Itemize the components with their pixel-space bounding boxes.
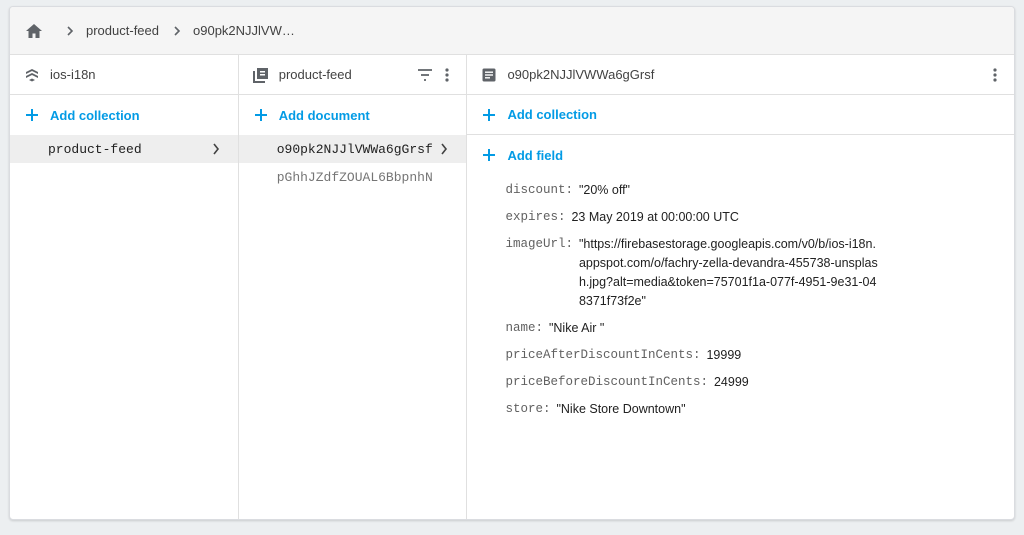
field-row[interactable]: imageUrl: "https://firebasestorage.googl… [505, 235, 1014, 311]
home-icon[interactable] [24, 21, 44, 41]
firestore-icon [24, 67, 40, 83]
add-collection-label: Add collection [507, 107, 597, 122]
field-row[interactable]: priceAfterDiscountInCents: 19999 [505, 346, 1014, 365]
field-value: "20% off" [578, 183, 630, 197]
add-field-label: Add field [507, 147, 564, 163]
breadcrumb-item[interactable]: o90pk2NJJlVW… [193, 23, 295, 38]
column-header: product-feed [238, 55, 467, 95]
plus-icon [24, 107, 40, 123]
field-value: 24999 [713, 375, 749, 389]
column-actions [414, 55, 458, 95]
plus-icon [481, 107, 497, 123]
field-row[interactable]: discount: "20% off" [505, 181, 1014, 200]
more-vert-icon[interactable] [984, 64, 1006, 86]
add-collection-button[interactable]: Add collection [467, 95, 1014, 135]
field-value: "Nike Store Downtown" [556, 402, 686, 416]
field-key: priceAfterDiscountInCents: [505, 348, 701, 362]
field-row[interactable]: priceBeforeDiscountInCents: 24999 [505, 373, 1014, 392]
column-title: o90pk2NJJlVWWa6gGrsf [507, 67, 655, 82]
breadcrumb-item[interactable]: product-feed [86, 23, 159, 38]
column-title: product-feed [278, 67, 352, 82]
field-value: "Nike Air " [548, 321, 605, 335]
column-header: o90pk2NJJlVWWa6gGrsf [467, 55, 1014, 95]
chevron-right-icon [208, 141, 224, 157]
add-collection-label: Add collection [50, 107, 140, 123]
firestore-data-viewer: product-feed o90pk2NJJlVW… ios-i18n Add … [9, 6, 1015, 520]
add-document-button[interactable]: Add document [239, 95, 467, 135]
breadcrumb: product-feed o90pk2NJJlVW… [10, 7, 1014, 55]
chevron-right-icon [62, 23, 78, 39]
plus-icon [481, 147, 497, 163]
collection-icon [252, 67, 269, 83]
columns: ios-i18n Add collection product-feed pro… [10, 55, 1014, 519]
field-row[interactable]: expires: 23 May 2019 at 00:00:00 UTC [505, 208, 1014, 227]
chevron-right-icon [169, 23, 185, 39]
field-row[interactable]: store: "Nike Store Downtown" [505, 400, 1014, 419]
field-row[interactable]: name: "Nike Air " [505, 319, 1014, 338]
chevron-right-icon [436, 141, 452, 157]
more-vert-icon[interactable] [436, 64, 458, 86]
document-item[interactable]: o90pk2NJJlVWWa6gGrsf [238, 135, 467, 163]
field-value: 19999 [706, 348, 742, 362]
collection-item[interactable]: product-feed [10, 135, 238, 163]
filter-icon[interactable] [414, 64, 436, 86]
field-value: 23 May 2019 at 00:00:00 UTC [571, 210, 739, 224]
field-key: discount: [505, 183, 573, 197]
field-key: priceBeforeDiscountInCents: [505, 375, 708, 389]
root-column: ios-i18n Add collection product-feed [10, 55, 239, 519]
collection-item-label: product-feed [48, 141, 142, 157]
add-field-button[interactable]: Add field [467, 135, 1014, 175]
plus-icon [253, 107, 269, 123]
add-collection-button[interactable]: Add collection [10, 95, 238, 135]
document-icon [481, 67, 497, 83]
document-item-label: o90pk2NJJlVWWa6gGrsf [276, 141, 433, 157]
field-key: name: [505, 321, 543, 335]
document-item-label: pGhhJZdfZOUAL6BbpnhN [276, 169, 433, 185]
field-key: expires: [505, 210, 566, 224]
add-document-label: Add document [278, 107, 370, 123]
column-header: ios-i18n [10, 55, 238, 95]
field-key: imageUrl: [505, 237, 573, 251]
column-title: ios-i18n [50, 67, 96, 82]
field-list: discount: "20% off" expires: 23 May 2019… [467, 175, 1014, 419]
field-key: store: [505, 402, 551, 416]
field-value: "https://firebasestorage.googleapis.com/… [578, 237, 878, 308]
document-column: o90pk2NJJlVWWa6gGrsf Add collection Add … [467, 55, 1014, 519]
collection-column: product-feed Add document o90pk2NJJlVWWa… [238, 55, 468, 519]
document-item[interactable]: pGhhJZdfZOUAL6BbpnhN [239, 163, 467, 191]
column-actions [984, 55, 1006, 95]
